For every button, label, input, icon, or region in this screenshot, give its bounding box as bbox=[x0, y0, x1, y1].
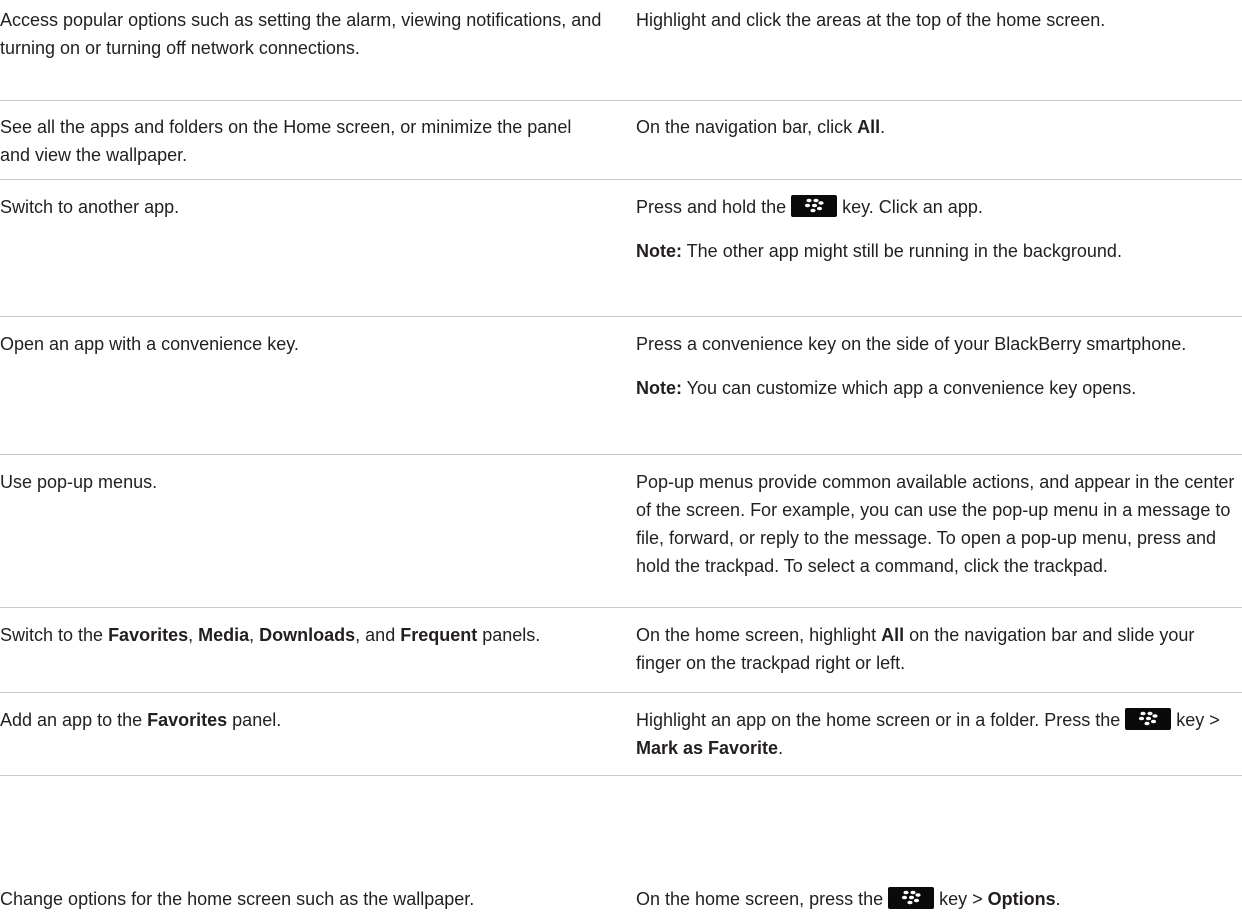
action-cell: Change options for the home screen such … bbox=[0, 885, 605, 913]
instruction-text: On the home screen, highlight All on the… bbox=[636, 625, 1195, 673]
instruction-cell: Highlight an app on the home screen or i… bbox=[636, 706, 1242, 762]
action-text: Switch to the Favorites, Media, Download… bbox=[0, 625, 541, 645]
blackberry-menu-key-icon bbox=[1125, 708, 1172, 730]
instruction-cell: Press and hold the key. Click an app. Not… bbox=[636, 193, 1242, 265]
action-text: Use pop-up menus. bbox=[0, 472, 158, 492]
table-row: See all the apps and folders on the Home… bbox=[0, 101, 1242, 180]
downloads-term: Downloads bbox=[259, 625, 356, 645]
action-cell: Switch to another app. bbox=[0, 193, 605, 221]
action-text: Open an app with a convenience key. bbox=[0, 334, 299, 354]
instruction-cell: On the home screen, highlight All on the… bbox=[636, 621, 1242, 677]
action-text: Switch to another app. bbox=[0, 197, 180, 217]
frequent-term: Frequent bbox=[400, 625, 478, 645]
action-text: See all the apps and folders on the Home… bbox=[0, 117, 572, 165]
action-cell: Open an app with a convenience key. bbox=[0, 330, 605, 358]
instruction-cell: On the home screen, press the key > Optio… bbox=[636, 885, 1242, 913]
instruction-cell: On the navigation bar, click All. bbox=[636, 113, 1242, 141]
instruction-text: On the home screen, press the key > Optio… bbox=[636, 887, 1061, 909]
instruction-text: Highlight and click the areas at the top… bbox=[636, 10, 1106, 30]
instruction-text: Pop-up menus provide common available ac… bbox=[636, 472, 1235, 576]
table-row: Use pop-up menus. Pop-up menus provide c… bbox=[0, 455, 1242, 608]
instruction-cell: Highlight and click the areas at the top… bbox=[636, 6, 1242, 34]
action-cell: Switch to the Favorites, Media, Download… bbox=[0, 621, 605, 649]
note-label: Note: bbox=[636, 241, 682, 261]
table-row: Change options for the home screen such … bbox=[0, 776, 1242, 924]
instruction-text: On the navigation bar, click All. bbox=[636, 117, 886, 137]
favorites-term: Favorites bbox=[147, 710, 228, 730]
table-row: Open an app with a convenience key. Pres… bbox=[0, 317, 1242, 455]
action-text: Change options for the home screen such … bbox=[0, 889, 475, 909]
mark-as-favorite-term: Mark as Favorite bbox=[636, 738, 779, 758]
all-term: All bbox=[881, 625, 905, 645]
blackberry-menu-key-icon bbox=[888, 887, 935, 909]
table-row: Switch to another app. Press and hold th… bbox=[0, 180, 1242, 317]
note-label: Note: bbox=[636, 378, 682, 398]
action-cell: See all the apps and folders on the Home… bbox=[0, 113, 605, 169]
blackberry-menu-key-icon bbox=[791, 195, 838, 217]
instruction-cell: Pop-up menus provide common available ac… bbox=[636, 468, 1242, 580]
instruction-text: Press a convenience key on the side of y… bbox=[636, 334, 1187, 354]
instruction-text: Highlight an app on the home screen or i… bbox=[636, 708, 1220, 758]
action-cell: Access popular options such as setting t… bbox=[0, 6, 605, 62]
favorites-term: Favorites bbox=[108, 625, 189, 645]
action-text: Add an app to the Favorites panel. bbox=[0, 710, 282, 730]
table-row: Access popular options such as setting t… bbox=[0, 2, 1242, 101]
action-cell: Use pop-up menus. bbox=[0, 468, 605, 496]
note-text: Note: You can customize which app a conv… bbox=[636, 378, 1137, 398]
action-cell: Add an app to the Favorites panel. bbox=[0, 706, 605, 734]
action-text: Access popular options such as setting t… bbox=[0, 10, 602, 58]
media-term: Media bbox=[198, 625, 250, 645]
instruction-cell: Press a convenience key on the side of y… bbox=[636, 330, 1242, 402]
options-term: Options bbox=[987, 889, 1056, 909]
table-row: Add an app to the Favorites panel. Highl… bbox=[0, 693, 1242, 776]
table-row: Switch to the Favorites, Media, Download… bbox=[0, 608, 1242, 693]
all-term: All bbox=[857, 117, 881, 137]
note-text: Note: The other app might still be runni… bbox=[636, 241, 1122, 261]
instruction-text: Press and hold the key. Click an app. bbox=[636, 195, 983, 217]
